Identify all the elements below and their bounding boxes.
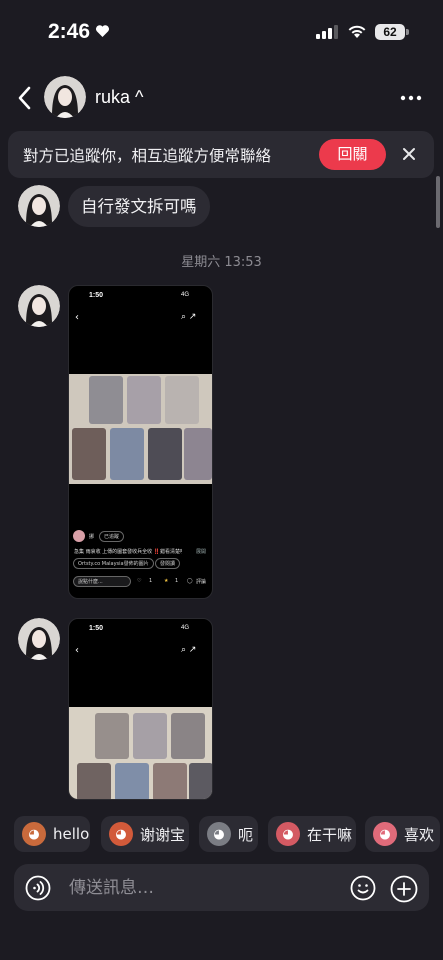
photocard-photo bbox=[69, 707, 212, 799]
avatar[interactable] bbox=[18, 618, 60, 660]
quick-reply-chip[interactable]: ◕ 在干嘛 bbox=[268, 816, 356, 852]
chevron-left-icon[interactable] bbox=[12, 84, 38, 112]
avatar[interactable] bbox=[44, 76, 86, 118]
screenshot-more: 展開 bbox=[196, 549, 207, 555]
heart-icon bbox=[95, 25, 110, 37]
girl-sticker-icon: ◕ bbox=[276, 822, 300, 846]
wifi-icon bbox=[348, 25, 366, 38]
screenshot-status: 4G bbox=[181, 292, 190, 298]
screenshot-status: 4G bbox=[181, 625, 190, 631]
photocard-photo bbox=[69, 374, 212, 484]
screenshot-time: 1:50 bbox=[89, 625, 104, 632]
screenshot-link-tag: 發閱讀 bbox=[155, 558, 181, 569]
message-timestamp: 星期六 13:53 bbox=[181, 255, 262, 270]
heart-icon: ♡ bbox=[137, 578, 142, 584]
monkey-bow-sticker-icon: ◕ bbox=[109, 822, 133, 846]
search-share-icon: ⌕ ↗ bbox=[181, 645, 197, 655]
star-icon: ★ bbox=[164, 578, 169, 584]
quick-reply-chip[interactable]: ◕ 谢谢宝 bbox=[101, 816, 189, 852]
message-input[interactable] bbox=[69, 864, 339, 911]
screenshot-likes: 1 bbox=[149, 578, 153, 584]
quick-reply-chip[interactable]: ◕ 喜欢 bbox=[365, 816, 440, 852]
quick-reply-bar: ◕ hello ◕ 谢谢宝 ◕ 呃 ◕ 在干嘛 ◕ 喜欢 bbox=[0, 812, 443, 856]
battery-nub bbox=[406, 29, 409, 35]
quick-reply-label: hello bbox=[53, 825, 90, 843]
follow-back-button[interactable]: 回關 bbox=[319, 139, 386, 170]
message-composer bbox=[14, 864, 429, 911]
chat-header: ruka ^ bbox=[0, 70, 443, 126]
quick-reply-label: 在干嘛 bbox=[307, 825, 353, 844]
chevron-left-icon: ‹ bbox=[75, 645, 79, 656]
screenshot-comment-box: 說點什麼... bbox=[73, 576, 131, 587]
quick-reply-label: 喜欢 bbox=[404, 825, 435, 844]
monkey-sticker-icon: ◕ bbox=[22, 822, 46, 846]
status-bar: 2:46 62 bbox=[0, 0, 443, 66]
cat-sticker-icon: ◕ bbox=[207, 822, 231, 846]
follow-back-banner: 對方已追蹤你，相互追蹤方便常聯絡 回關 bbox=[8, 131, 434, 178]
image-message[interactable]: 1:50 4G ‹ ⌕ ↗ 挪 已追蹤 急集 雨哀收 上傳的圖套發收兵全收 ‼️… bbox=[68, 285, 213, 599]
avatar bbox=[73, 530, 85, 542]
signal-icon bbox=[316, 25, 338, 39]
comment-icon: ◯ bbox=[187, 578, 193, 584]
screenshot-badge: 已追蹤 bbox=[99, 531, 125, 542]
heart-girl-sticker-icon: ◕ bbox=[373, 822, 397, 846]
voice-icon[interactable] bbox=[25, 875, 51, 901]
screenshot-link: Ortsty.co Malaysia發佈的圖片 bbox=[73, 558, 154, 569]
chat-username[interactable]: ruka ^ bbox=[95, 87, 143, 108]
avatar[interactable] bbox=[18, 285, 60, 327]
battery-icon: 62 bbox=[375, 24, 405, 40]
status-time: 2:46 bbox=[48, 20, 91, 43]
screenshot-comments: 評論 bbox=[196, 579, 207, 585]
banner-text: 對方已追蹤你，相互追蹤方便常聯絡 bbox=[23, 147, 272, 165]
more-horizontal-icon[interactable] bbox=[398, 86, 424, 110]
screenshot-user-tag: 挪 bbox=[89, 534, 95, 540]
quick-reply-chip[interactable]: ◕ hello bbox=[14, 816, 90, 852]
screenshot-time: 1:50 bbox=[89, 292, 104, 299]
close-icon[interactable] bbox=[400, 145, 418, 163]
emoji-icon[interactable] bbox=[350, 875, 376, 901]
message-bubble[interactable]: 自行發文拆可嗎 bbox=[68, 186, 210, 227]
screenshot-stars: 1 bbox=[175, 578, 179, 584]
scrollbar[interactable] bbox=[436, 176, 440, 228]
quick-reply-label: 呃 bbox=[238, 825, 254, 844]
image-message[interactable]: 1:50 4G ‹ ⌕ ↗ bbox=[68, 618, 213, 800]
avatar[interactable] bbox=[18, 185, 60, 227]
quick-reply-chip[interactable]: ◕ 呃 bbox=[199, 816, 258, 852]
search-share-icon: ⌕ ↗ bbox=[181, 312, 197, 322]
add-icon[interactable] bbox=[390, 875, 418, 903]
chevron-left-icon: ‹ bbox=[75, 312, 79, 323]
screenshot-caption: 急集 雨哀收 上傳的圖套發收兵全收 ‼️錯看清楚哦... bbox=[74, 549, 182, 555]
quick-reply-label: 谢谢宝 bbox=[140, 825, 186, 844]
